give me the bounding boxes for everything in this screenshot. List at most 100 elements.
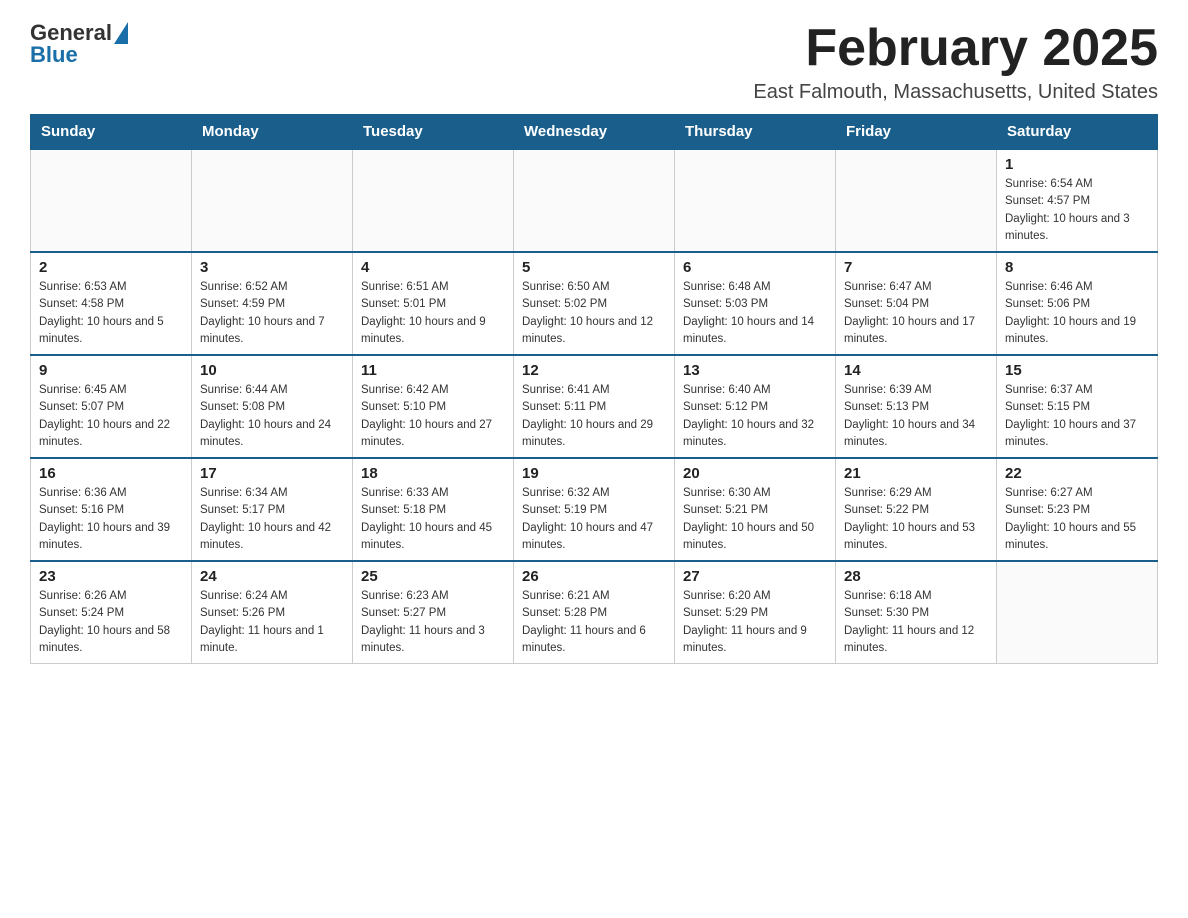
calendar-cell: 15 Sunrise: 6:37 AMSunset: 5:15 PMDayligh… [997,355,1158,458]
day-number: 10 [200,362,344,379]
day-info: Sunrise: 6:52 AMSunset: 4:59 PMDaylight:… [200,279,344,348]
logo-blue-text: Blue [30,42,128,68]
day-info: Sunrise: 6:32 AMSunset: 5:19 PMDaylight:… [522,485,666,554]
calendar-cell: 23 Sunrise: 6:26 AMSunset: 5:24 PMDayligh… [31,561,192,664]
weekday-header-sunday: Sunday [31,115,192,150]
calendar-cell: 20Sunrise: 6:30 AMSunset: 5:21 PMDayligh… [675,458,836,561]
day-number: 3 [200,259,344,276]
calendar-cell: 2 Sunrise: 6:53 AMSunset: 4:58 PMDaylight… [31,252,192,355]
weekday-header-wednesday: Wednesday [514,115,675,150]
calendar-cell: 6 Sunrise: 6:48 AMSunset: 5:03 PMDaylight… [675,252,836,355]
calendar-header-row: SundayMondayTuesdayWednesdayThursdayFrid… [31,115,1158,150]
month-title: February 2025 [753,20,1158,77]
day-info: Sunrise: 6:29 AMSunset: 5:22 PMDaylight:… [844,485,988,554]
day-number: 20 [683,465,827,482]
day-number: 12 [522,362,666,379]
day-number: 27 [683,568,827,585]
day-info: Sunrise: 6:27 AMSunset: 5:23 PMDaylight:… [1005,485,1149,554]
day-number: 1 [1005,156,1149,173]
calendar-week-row: 9 Sunrise: 6:45 AMSunset: 5:07 PMDaylight… [31,355,1158,458]
calendar-cell [192,149,353,252]
calendar-cell: 17 Sunrise: 6:34 AMSunset: 5:17 PMDayligh… [192,458,353,561]
logo-triangle-icon [114,22,128,44]
day-number: 4 [361,259,505,276]
calendar-cell: 9 Sunrise: 6:45 AMSunset: 5:07 PMDaylight… [31,355,192,458]
day-number: 24 [200,568,344,585]
calendar-cell: 14 Sunrise: 6:39 AMSunset: 5:13 PMDayligh… [836,355,997,458]
calendar-cell: 7Sunrise: 6:47 AMSunset: 5:04 PMDaylight… [836,252,997,355]
calendar-cell: 12Sunrise: 6:41 AMSunset: 5:11 PMDayligh… [514,355,675,458]
day-info: Sunrise: 6:48 AMSunset: 5:03 PMDaylight:… [683,279,827,348]
calendar-cell [31,149,192,252]
calendar-cell: 3 Sunrise: 6:52 AMSunset: 4:59 PMDaylight… [192,252,353,355]
calendar-cell: 27 Sunrise: 6:20 AMSunset: 5:29 PMDayligh… [675,561,836,664]
calendar-cell: 11Sunrise: 6:42 AMSunset: 5:10 PMDayligh… [353,355,514,458]
weekday-header-saturday: Saturday [997,115,1158,150]
location-title: East Falmouth, Massachusetts, United Sta… [753,81,1158,104]
calendar-cell [514,149,675,252]
calendar-week-row: 2 Sunrise: 6:53 AMSunset: 4:58 PMDaylight… [31,252,1158,355]
day-number: 22 [1005,465,1149,482]
day-number: 28 [844,568,988,585]
day-info: Sunrise: 6:20 AMSunset: 5:29 PMDaylight:… [683,588,827,657]
day-number: 7 [844,259,988,276]
day-info: Sunrise: 6:34 AMSunset: 5:17 PMDaylight:… [200,485,344,554]
weekday-header-tuesday: Tuesday [353,115,514,150]
day-number: 15 [1005,362,1149,379]
calendar-cell: 4 Sunrise: 6:51 AMSunset: 5:01 PMDaylight… [353,252,514,355]
calendar-cell: 13Sunrise: 6:40 AMSunset: 5:12 PMDayligh… [675,355,836,458]
calendar-cell: 25 Sunrise: 6:23 AMSunset: 5:27 PMDayligh… [353,561,514,664]
day-info: Sunrise: 6:50 AMSunset: 5:02 PMDaylight:… [522,279,666,348]
day-info: Sunrise: 6:23 AMSunset: 5:27 PMDaylight:… [361,588,505,657]
day-info: Sunrise: 6:44 AMSunset: 5:08 PMDaylight:… [200,382,344,451]
day-info: Sunrise: 6:37 AMSunset: 5:15 PMDaylight:… [1005,382,1149,451]
day-info: Sunrise: 6:21 AMSunset: 5:28 PMDaylight:… [522,588,666,657]
calendar-cell: 21Sunrise: 6:29 AMSunset: 5:22 PMDayligh… [836,458,997,561]
calendar-cell [836,149,997,252]
calendar-cell: 10 Sunrise: 6:44 AMSunset: 5:08 PMDayligh… [192,355,353,458]
day-number: 8 [1005,259,1149,276]
calendar-cell: 22 Sunrise: 6:27 AMSunset: 5:23 PMDayligh… [997,458,1158,561]
calendar-cell: 26 Sunrise: 6:21 AMSunset: 5:28 PMDayligh… [514,561,675,664]
calendar-cell: 16Sunrise: 6:36 AMSunset: 5:16 PMDayligh… [31,458,192,561]
day-number: 25 [361,568,505,585]
weekday-header-thursday: Thursday [675,115,836,150]
day-number: 5 [522,259,666,276]
calendar-cell: 8 Sunrise: 6:46 AMSunset: 5:06 PMDaylight… [997,252,1158,355]
calendar-table: SundayMondayTuesdayWednesdayThursdayFrid… [30,114,1158,664]
day-info: Sunrise: 6:33 AMSunset: 5:18 PMDaylight:… [361,485,505,554]
day-number: 23 [39,568,183,585]
logo: General Blue [30,20,128,68]
day-info: Sunrise: 6:36 AMSunset: 5:16 PMDaylight:… [39,485,183,554]
day-info: Sunrise: 6:53 AMSunset: 4:58 PMDaylight:… [39,279,183,348]
day-number: 9 [39,362,183,379]
calendar-cell [675,149,836,252]
day-info: Sunrise: 6:39 AMSunset: 5:13 PMDaylight:… [844,382,988,451]
calendar-cell: 24 Sunrise: 6:24 AMSunset: 5:26 PMDayligh… [192,561,353,664]
title-block: February 2025 East Falmouth, Massachuset… [753,20,1158,104]
day-info: Sunrise: 6:54 AMSunset: 4:57 PMDaylight:… [1005,176,1149,245]
day-number: 17 [200,465,344,482]
calendar-cell [997,561,1158,664]
day-number: 6 [683,259,827,276]
calendar-cell: 19Sunrise: 6:32 AMSunset: 5:19 PMDayligh… [514,458,675,561]
day-info: Sunrise: 6:51 AMSunset: 5:01 PMDaylight:… [361,279,505,348]
day-number: 11 [361,362,505,379]
calendar-cell [353,149,514,252]
weekday-header-friday: Friday [836,115,997,150]
calendar-week-row: 16Sunrise: 6:36 AMSunset: 5:16 PMDayligh… [31,458,1158,561]
day-info: Sunrise: 6:24 AMSunset: 5:26 PMDaylight:… [200,588,344,657]
day-info: Sunrise: 6:26 AMSunset: 5:24 PMDaylight:… [39,588,183,657]
calendar-cell: 18 Sunrise: 6:33 AMSunset: 5:18 PMDayligh… [353,458,514,561]
day-number: 26 [522,568,666,585]
day-info: Sunrise: 6:46 AMSunset: 5:06 PMDaylight:… [1005,279,1149,348]
page-header: General Blue February 2025 East Falmouth… [30,20,1158,104]
day-number: 13 [683,362,827,379]
weekday-header-monday: Monday [192,115,353,150]
calendar-cell: 5 Sunrise: 6:50 AMSunset: 5:02 PMDaylight… [514,252,675,355]
day-number: 2 [39,259,183,276]
day-number: 14 [844,362,988,379]
calendar-week-row: 1 Sunrise: 6:54 AMSunset: 4:57 PMDaylight… [31,149,1158,252]
day-number: 18 [361,465,505,482]
day-info: Sunrise: 6:45 AMSunset: 5:07 PMDaylight:… [39,382,183,451]
